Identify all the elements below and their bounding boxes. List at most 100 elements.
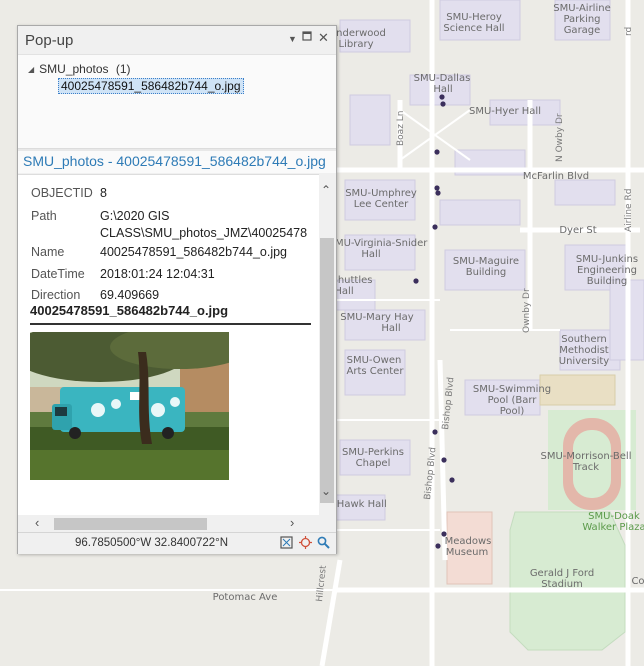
search-icon[interactable] [317, 536, 330, 554]
map-label-airline-rd: Airline Rd [624, 189, 634, 232]
close-icon[interactable]: ✕ [318, 30, 329, 46]
svg-text:Hall: Hall [334, 286, 353, 297]
svg-text:Building: Building [466, 267, 507, 278]
map-label-doak: SMU-Doak [588, 511, 640, 522]
map-label-junkins-2: Engineering [577, 265, 637, 276]
map-label-airline: SMU-Airline [553, 3, 610, 14]
svg-text:Garage: Garage [564, 25, 601, 36]
svg-text:Arts Center: Arts Center [347, 366, 405, 377]
map-label-perkins-2: Chapel [356, 458, 391, 469]
tree-layer-node[interactable]: ◢ SMU_photos (1) [28, 62, 131, 76]
svg-text:SMU-Doak: SMU-Doak [588, 511, 640, 522]
field-label-datetime: DateTime [31, 267, 85, 281]
field-label-direction: Direction [31, 288, 81, 302]
scroll-right-icon[interactable]: › [290, 515, 294, 530]
map-label-maryhay: SMU-Mary Hay [340, 312, 414, 323]
field-value-direction: 69.409669 [100, 288, 160, 302]
map-label-dallas: SMU-Dallas [414, 73, 471, 84]
vertical-scroll-thumb[interactable] [320, 238, 334, 503]
map-label-ownby: Ownby Dr [522, 288, 532, 333]
map-label-meadows: Meadows [445, 536, 492, 547]
feature-header: SMU_photos - 40025478591_586482b744_o.jp… [18, 151, 336, 173]
field-value-objectid: 8 [100, 186, 107, 200]
tree-collapse-icon[interactable]: ◢ [28, 65, 34, 74]
svg-text:Hall: Hall [361, 249, 380, 260]
svg-text:Engineering: Engineering [577, 265, 637, 276]
feature-header-title: SMU_photos - 40025478591_586482b744_o.jp… [23, 153, 326, 169]
map-label-meadows-2: Museum [446, 547, 488, 558]
map-label-underwood-2: Library [339, 39, 374, 50]
svg-text:SMU-Maguire: SMU-Maguire [453, 256, 519, 267]
map-label-methodist: Southern [561, 334, 607, 345]
map-label-nowby: N Owby Dr [555, 113, 565, 162]
popup-titlebar[interactable]: Pop-up ▼ ✕ [18, 26, 336, 54]
map-label-shuttles: Shuttles [331, 275, 372, 286]
pan-to-icon[interactable] [299, 536, 312, 554]
map-label-hawk: -Hawk Hall [333, 499, 387, 510]
map-label-ford-2: Stadium [541, 579, 583, 590]
svg-text:Pool): Pool) [500, 406, 525, 417]
map-label-heroy: SMU-Heroy [446, 12, 502, 23]
svg-text:SMU-Perkins: SMU-Perkins [342, 447, 404, 458]
map-label-airline-3: Garage [564, 25, 601, 36]
field-value-name: 40025478591_586482b744_o.jpg [100, 245, 287, 259]
svg-text:Methodist: Methodist [559, 345, 608, 356]
svg-text:Walker Plaza: Walker Plaza [582, 522, 644, 533]
map-label-swimming-2: Pool (Barr [488, 395, 538, 406]
field-value-path: G:\2020 GIS CLASS\SMU_photos_JMZ\4002547… [100, 209, 308, 240]
map-label-junkins-3: Building [587, 276, 628, 287]
map-label-ford: Gerald J Ford [530, 568, 594, 579]
tree-layer-name: SMU_photos [39, 62, 109, 76]
svg-text:SMU-Morrison-Bell: SMU-Morrison-Bell [541, 451, 632, 462]
svg-text:SMU-Heroy: SMU-Heroy [446, 12, 502, 23]
svg-text:SMU-Mary Hay: SMU-Mary Hay [340, 312, 414, 323]
popup-pane: Pop-up ▼ ✕ ◢ SMU_photos (1) 40025478591_5… [17, 25, 337, 554]
field-label-objectid: OBJECTID [31, 186, 93, 200]
svg-text:Parking: Parking [563, 14, 600, 25]
svg-text:Library: Library [339, 39, 374, 50]
map-label-rd: rd [624, 27, 634, 36]
field-value-datetime: 2018:01:24 12:04:31 [100, 267, 215, 281]
map-label-morrison: SMU-Morrison-Bell [541, 451, 632, 462]
tree-layer-count: (1) [115, 62, 131, 76]
svg-text:SMU-Junkins: SMU-Junkins [576, 254, 638, 265]
tree-feature-item[interactable]: 40025478591_586482b744_o.jpg [58, 78, 244, 94]
svg-text:Meadows: Meadows [445, 536, 492, 547]
zoom-to-icon[interactable] [280, 536, 293, 554]
chevron-down-icon[interactable]: ▼ [288, 34, 297, 44]
map-label-dyer: Dyer St [559, 225, 596, 236]
map-label-dallas-2: Hall [433, 84, 452, 95]
svg-text:University: University [559, 356, 610, 367]
svg-text:Building: Building [587, 276, 628, 287]
svg-text:Hall: Hall [381, 323, 400, 334]
popup-statusbar: 96.7850500°W 32.8400722°N [18, 532, 336, 554]
field-label-name: Name [31, 245, 65, 259]
popup-title: Pop-up [25, 32, 74, 49]
map-label-junkins: SMU-Junkins [576, 254, 638, 265]
attribute-content: OBJECTID 8 Path G:\2020 GIS CLASS\SMU_ph… [18, 174, 319, 516]
restore-icon[interactable] [302, 31, 313, 45]
horizontal-scroll-thumb[interactable] [54, 518, 207, 530]
map-label-underwood: nderwood [336, 28, 386, 39]
map-label-virginia-2: Hall [361, 249, 380, 260]
map-label-perkins: SMU-Perkins [342, 447, 404, 458]
map-label-methodist-2: Methodist [559, 345, 608, 356]
svg-text:SMU-Umphrey: SMU-Umphrey [345, 188, 417, 199]
map-label-heroy-2: Science Hall [443, 23, 504, 34]
attachment-name: 40025478591_586482b744_o.jpg [30, 303, 229, 318]
map-label-airline-2: Parking [563, 14, 600, 25]
map-label-maguire-2: Building [466, 267, 507, 278]
field-label-path: Path [31, 209, 57, 223]
map-label-swimming-3: Pool) [500, 406, 525, 417]
attachment-photo[interactable] [30, 332, 229, 480]
map-label-swimming: SMU-Swimming [473, 384, 551, 395]
scroll-left-icon[interactable]: ‹ [35, 515, 39, 530]
scroll-up-icon[interactable]: ⌃ [321, 183, 331, 197]
popup-feature-tree: ◢ SMU_photos (1) 40025478591_586482b744_o… [18, 54, 336, 149]
svg-text:SMU-Virginia-Snider: SMU-Virginia-Snider [329, 238, 429, 249]
svg-text:Gerald J Ford: Gerald J Ford [530, 568, 594, 579]
map-label-umphrey-2: Lee Center [354, 199, 409, 210]
scroll-down-icon[interactable]: ⌄ [321, 484, 331, 498]
svg-text:Science Hall: Science Hall [443, 23, 504, 34]
map-label-co: Co [631, 576, 644, 587]
